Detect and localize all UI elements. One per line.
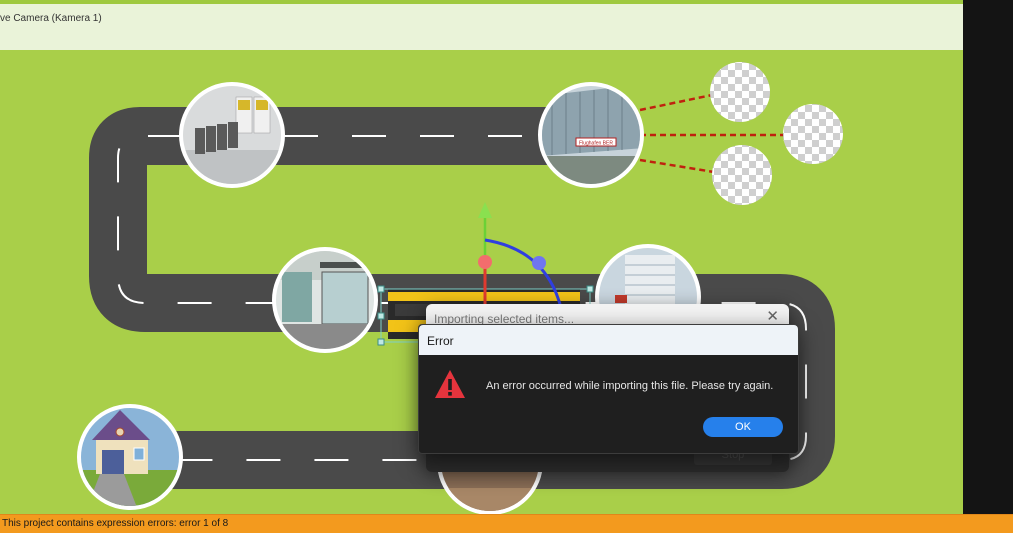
gizmo-y-arrow[interactable]	[478, 202, 492, 218]
ticket-machine-stop-image[interactable]	[179, 82, 290, 192]
gizmo-x-handle[interactable]	[478, 255, 492, 269]
right-panel-strip	[963, 0, 1013, 514]
error-dialog: Error An error occurred while importing …	[418, 324, 799, 454]
gizmo-z-handle[interactable]	[532, 256, 546, 270]
placeholder-circle-right[interactable]	[783, 104, 843, 164]
status-bar: This project contains expression errors:…	[0, 514, 1013, 533]
airport-station-image[interactable]: Flughafen BER	[538, 82, 644, 188]
placeholder-circle-top[interactable]	[710, 62, 770, 122]
ok-button[interactable]: OK	[703, 417, 783, 437]
house-image[interactable]	[77, 404, 183, 510]
bus-shelter-image[interactable]	[272, 247, 378, 354]
error-dialog-title: Error	[427, 334, 454, 348]
expression-error-status[interactable]: This project contains expression errors:…	[2, 518, 228, 529]
error-dialog-titlebar: Error	[419, 325, 798, 355]
airport-sign-text: Flughafen BER	[579, 141, 613, 147]
placeholder-circle-bottom[interactable]	[712, 145, 772, 205]
error-message: An error occurred while importing this f…	[486, 380, 774, 392]
close-icon[interactable]: ✕	[766, 309, 779, 325]
warning-icon	[435, 370, 465, 398]
